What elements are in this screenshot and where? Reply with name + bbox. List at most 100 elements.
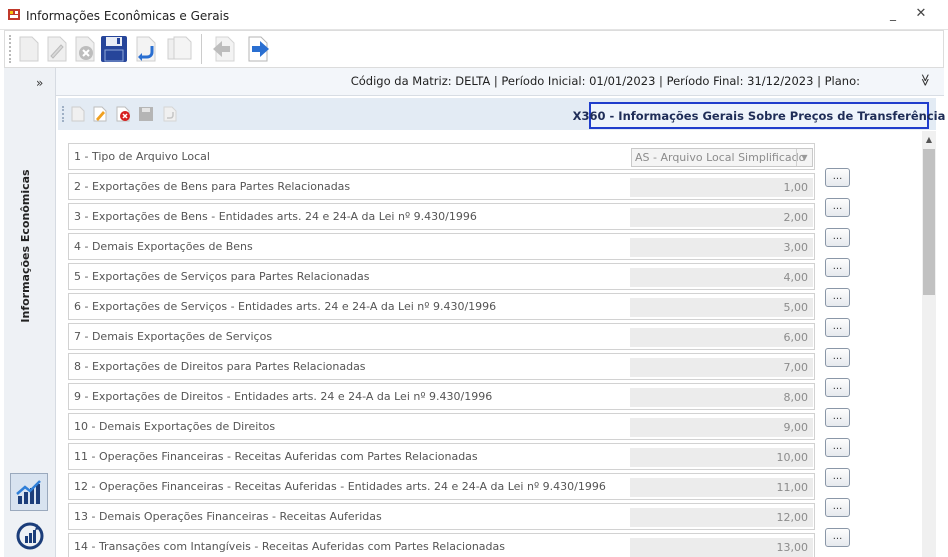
- field-row: 2 - Exportações de Bens para Partes Rela…: [68, 173, 815, 200]
- field-label: 2 - Exportações de Bens para Partes Rela…: [74, 180, 351, 193]
- field-row: 7 - Demais Exportações de Serviços 6,00: [68, 323, 815, 350]
- field-label: 7 - Demais Exportações de Serviços: [74, 330, 273, 343]
- field-value[interactable]: 5,00: [630, 298, 813, 317]
- back-button[interactable]: [209, 34, 237, 64]
- details-button[interactable]: ...: [825, 198, 850, 217]
- period-info-text: Código da Matriz: DELTA | Período Inicia…: [350, 74, 860, 88]
- new-document-icon: [19, 36, 39, 62]
- field-value[interactable]: 13,00: [630, 538, 813, 557]
- toolbar-grip[interactable]: [9, 35, 12, 63]
- toolbar-separator: [201, 34, 202, 64]
- chevron-down-icon[interactable]: ≫: [919, 74, 933, 87]
- details-button[interactable]: ...: [825, 528, 850, 547]
- details-button[interactable]: ...: [825, 228, 850, 247]
- undo-record-icon: [163, 106, 177, 122]
- forward-button[interactable]: [245, 34, 273, 64]
- new-record-icon: [71, 106, 85, 122]
- scroll-up-arrow-icon[interactable]: ▲: [922, 134, 936, 146]
- field-value[interactable]: 4,00: [630, 268, 813, 287]
- record-new-button[interactable]: [70, 106, 86, 122]
- delete-icon: [75, 36, 95, 62]
- field-row: 11 - Operações Financeiras - Receitas Au…: [68, 443, 815, 470]
- field-value[interactable]: 10,00: [630, 448, 813, 467]
- forward-arrow-icon: [248, 36, 269, 62]
- field-value[interactable]: 2,00: [630, 208, 813, 227]
- window-title-bar: Informações Econômicas e Gerais _ ✕: [0, 0, 948, 30]
- field-label: 4 - Demais Exportações de Bens: [74, 240, 253, 253]
- delete-record-icon: [116, 106, 130, 122]
- field-value[interactable]: 12,00: [630, 508, 813, 527]
- field-value[interactable]: 9,00: [630, 418, 813, 437]
- field-label: 11 - Operações Financeiras - Receitas Au…: [74, 450, 478, 463]
- minimize-button[interactable]: _: [883, 5, 903, 23]
- field-row: 3 - Exportações de Bens - Entidades arts…: [68, 203, 815, 230]
- details-button[interactable]: ...: [825, 258, 850, 277]
- close-button[interactable]: ✕: [911, 5, 931, 23]
- details-button[interactable]: ...: [825, 498, 850, 517]
- details-button[interactable]: ...: [825, 378, 850, 397]
- details-button[interactable]: ...: [825, 348, 850, 367]
- field-label: 14 - Transações com Intangíveis - Receit…: [74, 540, 505, 553]
- copy-icon: [167, 36, 192, 60]
- record-edit-button[interactable]: [92, 106, 108, 122]
- field-row: 14 - Transações com Intangíveis - Receit…: [68, 533, 815, 557]
- new-document-button[interactable]: [15, 34, 43, 64]
- field-label: 12 - Operações Financeiras - Receitas Au…: [74, 480, 606, 493]
- nav-refresh-button[interactable]: [14, 520, 46, 552]
- details-button[interactable]: ...: [825, 408, 850, 427]
- record-toolbar: X360 - Informações Gerais Sobre Preços d…: [58, 98, 945, 130]
- record-toolbar-grip[interactable]: [62, 106, 65, 122]
- form-content: X360 - Informações Gerais Sobre Preços d…: [58, 98, 945, 557]
- window-title: Informações Econômicas e Gerais: [26, 9, 230, 23]
- dropdown-arrow-icon[interactable]: ▼: [796, 149, 812, 166]
- field-row: 4 - Demais Exportações de Bens 3,00: [68, 233, 815, 260]
- field-row: 12 - Operações Financeiras - Receitas Au…: [68, 473, 815, 500]
- side-panel-label: Informações Econômicas: [19, 169, 32, 323]
- field-value[interactable]: 1,00: [630, 178, 813, 197]
- save-button[interactable]: [100, 34, 128, 64]
- record-undo-button[interactable]: [162, 106, 178, 122]
- undo-icon: [136, 36, 156, 62]
- details-button[interactable]: ...: [825, 168, 850, 187]
- scrollbar-thumb[interactable]: [923, 149, 935, 295]
- field-value[interactable]: 3,00: [630, 238, 813, 257]
- delete-button[interactable]: [71, 34, 99, 64]
- app-icon: [8, 9, 20, 20]
- field-label: 13 - Demais Operações Financeiras - Rece…: [74, 510, 382, 523]
- details-button[interactable]: ...: [825, 438, 850, 457]
- field-label: 3 - Exportações de Bens - Entidades arts…: [74, 210, 477, 223]
- details-button[interactable]: ...: [825, 288, 850, 307]
- expand-panel-button[interactable]: »: [36, 76, 43, 90]
- field-value[interactable]: 8,00: [630, 388, 813, 407]
- chart-icon: [16, 480, 41, 504]
- save-record-icon: [139, 107, 153, 121]
- record-delete-button[interactable]: [116, 106, 132, 122]
- edit-button[interactable]: [43, 34, 71, 64]
- back-arrow-icon: [213, 36, 235, 62]
- file-type-select[interactable]: AS - Arquivo Local Simplificado ▼: [631, 148, 813, 167]
- field-label: 10 - Demais Exportações de Direitos: [74, 420, 276, 433]
- nav-economic-info-button[interactable]: [10, 473, 48, 511]
- undo-button[interactable]: [132, 34, 160, 64]
- details-button[interactable]: ...: [825, 318, 850, 337]
- field-label: 8 - Exportações de Direitos para Partes …: [74, 360, 366, 373]
- details-button[interactable]: ...: [825, 468, 850, 487]
- file-type-select-value: AS - Arquivo Local Simplificado: [635, 151, 806, 164]
- edit-pencil-icon: [47, 36, 67, 62]
- field-label: 9 - Exportações de Direitos - Entidades …: [74, 390, 493, 403]
- field-value[interactable]: 6,00: [630, 328, 813, 347]
- field-label: 6 - Exportações de Serviços - Entidades …: [74, 300, 497, 313]
- field-row: 10 - Demais Exportações de Direitos 9,00: [68, 413, 815, 440]
- field-value[interactable]: 7,00: [630, 358, 813, 377]
- vertical-scrollbar[interactable]: ▲: [922, 131, 936, 557]
- copy-button[interactable]: [165, 34, 193, 64]
- record-save-button[interactable]: [138, 106, 154, 122]
- edit-record-icon: [93, 106, 107, 122]
- field-row: 8 - Exportações de Direitos para Partes …: [68, 353, 815, 380]
- main-toolbar: [4, 30, 944, 68]
- save-icon: [101, 36, 127, 62]
- field-row: 1 - Tipo de Arquivo Local AS - Arquivo Lo…: [68, 143, 815, 170]
- field-label: 1 - Tipo de Arquivo Local: [74, 150, 210, 163]
- section-title: X360 - Informações Gerais Sobre Preços d…: [573, 102, 945, 129]
- field-value[interactable]: 11,00: [630, 478, 813, 497]
